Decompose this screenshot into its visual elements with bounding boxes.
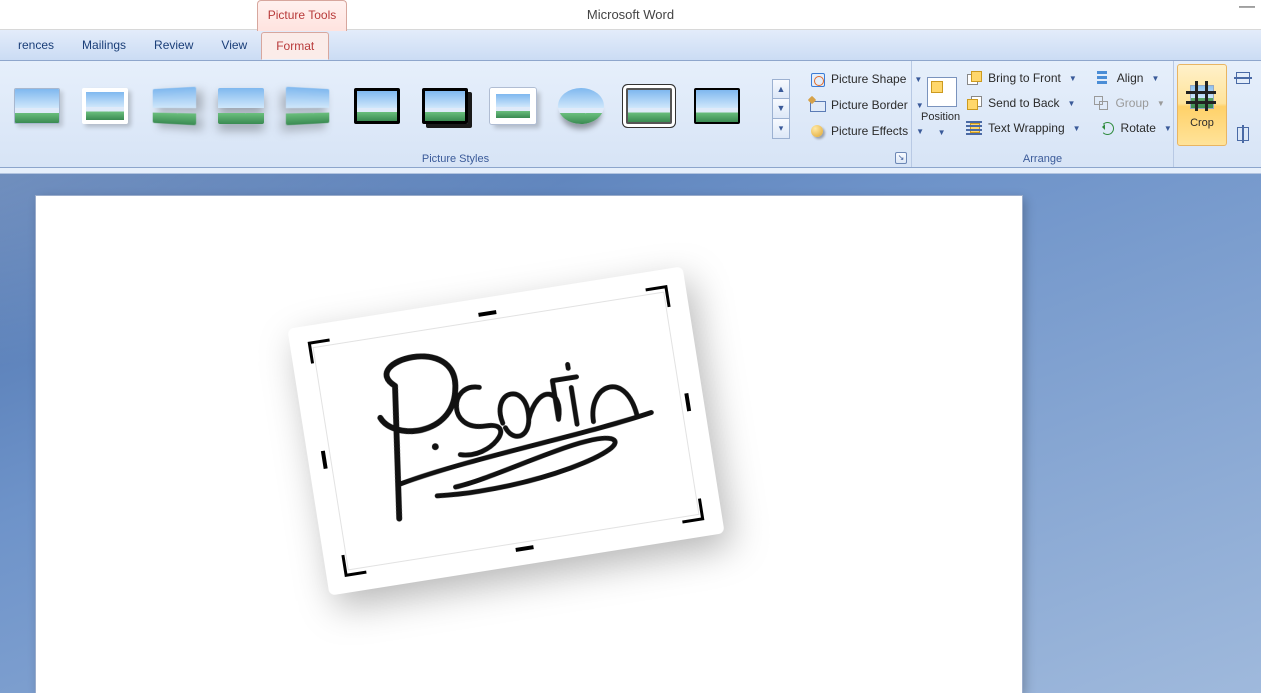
group-picture-styles: ▲ ▼ ▾ Picture Shape ▼ Picture Border ▼ P… xyxy=(0,61,912,167)
tab-mailings[interactable]: Mailings xyxy=(68,30,140,60)
group-label: Picture Styles xyxy=(0,153,911,165)
picture-style-thumb[interactable] xyxy=(694,88,740,124)
picture-effects-button[interactable]: Picture Effects ▼ xyxy=(804,120,929,142)
gallery-more-button[interactable]: ▾ xyxy=(772,119,790,139)
crop-button[interactable]: Crop xyxy=(1177,64,1227,146)
rotate-icon xyxy=(1099,120,1115,136)
picture-style-thumb[interactable] xyxy=(82,88,128,124)
picture-border-label: Picture Border xyxy=(831,98,908,112)
chevron-down-icon: ▼ xyxy=(1073,124,1081,133)
chevron-down-icon: ▼ xyxy=(1164,124,1172,133)
rotate-button[interactable]: Rotate ▼ xyxy=(1094,117,1177,139)
send-to-back-label: Send to Back xyxy=(988,96,1059,110)
picture-style-thumb[interactable] xyxy=(150,88,196,124)
align-label: Align xyxy=(1117,71,1144,85)
ribbon: ▲ ▼ ▾ Picture Shape ▼ Picture Border ▼ P… xyxy=(0,61,1261,168)
send-to-back-button[interactable]: Send to Back ▼ xyxy=(961,92,1080,114)
bring-to-front-button[interactable]: Bring to Front ▼ xyxy=(961,67,1082,89)
tab-view[interactable]: View xyxy=(207,30,261,60)
position-button[interactable]: Position ▼ xyxy=(920,65,961,147)
chevron-down-icon: ▼ xyxy=(1151,74,1159,83)
group-arrange: Position ▼ Bring to Front ▼ Align ▼ xyxy=(912,61,1174,167)
rotate-label: Rotate xyxy=(1121,121,1156,135)
align-icon xyxy=(1095,70,1111,86)
shape-icon xyxy=(809,71,825,87)
crop-handle[interactable] xyxy=(645,285,670,310)
picture-border-button[interactable]: Picture Border ▼ xyxy=(804,94,929,116)
selected-picture[interactable] xyxy=(287,266,724,595)
group-button: Group ▼ xyxy=(1088,92,1169,114)
picture-styles-launcher[interactable]: ↘ xyxy=(895,152,907,164)
gallery-scroll-down[interactable]: ▼ xyxy=(772,99,790,119)
group-label-text: Group xyxy=(1115,96,1148,110)
bring-to-front-icon xyxy=(966,70,982,86)
window-title: Microsoft Word xyxy=(0,0,1261,30)
position-icon xyxy=(925,75,957,107)
gallery-scroll: ▲ ▼ ▾ xyxy=(772,79,790,139)
chevron-down-icon: ▼ xyxy=(1157,99,1165,108)
chevron-down-icon: ▼ xyxy=(938,128,946,137)
width-field-icon[interactable] xyxy=(1234,123,1252,145)
crop-handle[interactable] xyxy=(341,552,366,577)
picture-style-thumb[interactable] xyxy=(558,88,604,124)
bring-to-front-label: Bring to Front xyxy=(988,71,1061,85)
align-button[interactable]: Align ▼ xyxy=(1090,67,1165,89)
document-area[interactable] xyxy=(0,174,1261,693)
tab-review[interactable]: Review xyxy=(140,30,207,60)
gallery-scroll-up[interactable]: ▲ xyxy=(772,79,790,99)
tab-format[interactable]: Format xyxy=(261,32,329,60)
page[interactable] xyxy=(36,196,1022,693)
text-wrapping-button[interactable]: Text Wrapping ▼ xyxy=(961,117,1085,139)
crop-handle[interactable] xyxy=(308,338,333,363)
minimize-button[interactable]: — xyxy=(1239,4,1255,18)
picture-style-thumb[interactable] xyxy=(14,88,60,124)
height-field-icon[interactable] xyxy=(1234,67,1252,89)
picture-style-thumb[interactable] xyxy=(422,88,468,124)
border-icon xyxy=(809,97,825,113)
text-wrapping-label: Text Wrapping xyxy=(988,121,1064,135)
text-wrap-icon xyxy=(966,120,982,136)
picture-style-thumb[interactable] xyxy=(354,88,400,124)
picture-effects-label: Picture Effects xyxy=(831,124,908,138)
picture-style-thumb[interactable] xyxy=(286,88,332,124)
ribbon-tabs: rences Mailings Review View Format xyxy=(0,30,1261,61)
title-bar: Picture Tools Microsoft Word — xyxy=(0,0,1261,30)
chevron-down-icon: ▼ xyxy=(1069,74,1077,83)
picture-shape-button[interactable]: Picture Shape ▼ xyxy=(804,68,929,90)
send-to-back-icon xyxy=(966,95,982,111)
group-size: Crop xyxy=(1174,61,1230,167)
group-label: Arrange xyxy=(912,153,1173,165)
picture-styles-gallery: ▲ ▼ ▾ xyxy=(10,65,794,139)
tab-references[interactable]: rences xyxy=(4,30,68,60)
chevron-down-icon: ▼ xyxy=(1068,99,1076,108)
picture-shape-label: Picture Shape xyxy=(831,72,906,86)
picture-style-thumb[interactable] xyxy=(218,88,264,124)
crop-icon xyxy=(1186,81,1218,113)
width-icon xyxy=(1237,127,1249,141)
group-icon xyxy=(1093,95,1109,111)
position-label: Position xyxy=(921,111,960,124)
height-icon xyxy=(1236,72,1250,84)
picture-style-thumb[interactable] xyxy=(490,88,536,124)
effects-icon xyxy=(809,123,825,139)
crop-handle[interactable] xyxy=(679,498,704,523)
crop-label: Crop xyxy=(1190,117,1214,129)
picture-style-thumb[interactable] xyxy=(626,88,672,124)
size-extra xyxy=(1230,61,1250,167)
